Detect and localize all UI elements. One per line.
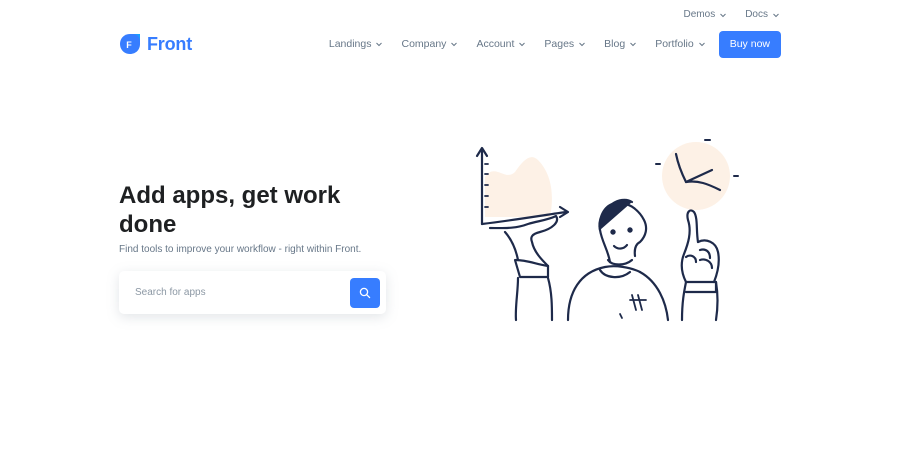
person-presenting-charts-illustration	[475, 139, 739, 322]
nav-item-label: Landings	[328, 38, 372, 50]
nav-item-label: Company	[401, 38, 447, 50]
hero-title: Add apps, get work done	[119, 182, 341, 238]
chevron-down-icon	[519, 42, 526, 47]
main-nav: Landings Company Account Pages Blog Port…	[320, 30, 781, 58]
nav-item-account[interactable]: Account	[467, 38, 535, 50]
chevron-down-icon	[720, 13, 727, 17]
logo-letter: F	[126, 40, 132, 50]
nav-item-company[interactable]: Company	[392, 38, 467, 50]
topbar-item-label: Demos	[683, 9, 716, 20]
top-utility-bar: Demos Docs	[684, 9, 780, 20]
search-icon	[359, 287, 371, 298]
chevron-down-icon	[451, 42, 458, 47]
chevron-down-icon	[698, 42, 705, 47]
chevron-down-icon	[376, 42, 383, 47]
page: Demos Docs F Front Landings Company Acco…	[0, 0, 900, 460]
nav-item-portfolio[interactable]: Portfolio	[646, 38, 715, 50]
buy-now-button[interactable]: Buy now	[718, 30, 781, 58]
nav-item-blog[interactable]: Blog	[595, 38, 646, 50]
hero-subtitle: Find tools to improve your workflow - ri…	[119, 244, 362, 255]
chevron-down-icon	[630, 42, 637, 47]
nav-item-pages[interactable]: Pages	[535, 38, 595, 50]
chevron-down-icon	[773, 13, 779, 17]
search-button[interactable]	[350, 277, 380, 308]
nav-item-landings[interactable]: Landings	[320, 38, 393, 50]
nav-item-label: Portfolio	[655, 38, 694, 50]
main-header: F Front Landings Company Account Pages B…	[119, 30, 781, 58]
brand-name: Front	[147, 33, 192, 54]
app-search-form	[119, 271, 386, 314]
nav-item-label: Account	[476, 38, 515, 50]
brand-logo[interactable]: F Front	[119, 33, 192, 55]
topbar-item-docs[interactable]: Docs	[745, 9, 780, 20]
search-input[interactable]	[119, 287, 350, 298]
topbar-item-label: Docs	[745, 9, 768, 20]
nav-item-label: Blog	[604, 38, 626, 50]
chevron-down-icon	[579, 42, 586, 47]
topbar-item-demos[interactable]: Demos	[684, 9, 728, 20]
front-logo-icon: F	[120, 34, 140, 54]
nav-item-label: Pages	[544, 38, 575, 50]
